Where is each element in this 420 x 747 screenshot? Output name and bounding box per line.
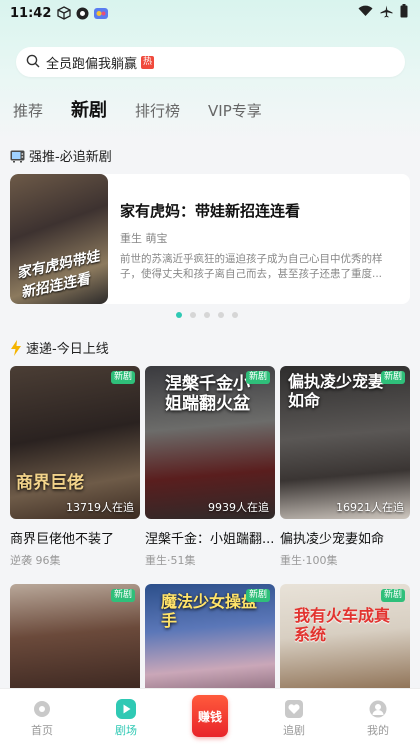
drama-poster: 魔法少女操盘手 新剧 <box>145 584 275 694</box>
drama-poster: 商界巨佬 新剧 13719人在追 <box>10 366 140 519</box>
drama-poster: 偏执凌少宠妻如命 新剧 16921人在追 <box>280 366 410 519</box>
featured-section-label: 强推-必追新剧 <box>29 150 112 165</box>
search-bar[interactable]: 全员跑偏我躺赢 热 <box>16 47 405 77</box>
drama-card[interactable]: 魔法少女操盘手 新剧 <box>145 584 275 694</box>
nav-profile[interactable]: 我的 <box>343 699 413 738</box>
hot-badge: 热 <box>141 55 155 69</box>
tab-recommend[interactable]: 推荐 <box>13 100 43 122</box>
nav-earn[interactable]: 赚钱 <box>175 695 245 737</box>
featured-poster-title: 家有虎妈带娃新招连连看 <box>15 248 101 302</box>
user-icon <box>368 699 388 719</box>
drama-meta: 重生·51集 <box>145 554 196 567</box>
carousel-dot-3[interactable] <box>204 312 210 318</box>
watcher-count: 9939人在追 <box>208 501 269 514</box>
app-notification-icon <box>76 7 89 20</box>
tab-ranking[interactable]: 排行榜 <box>135 100 180 122</box>
drama-title: 商界巨佬他不装了 <box>10 532 115 547</box>
search-query-text: 全员跑偏我躺赢 <box>46 56 138 72</box>
new-badge: 新剧 <box>245 589 270 602</box>
drama-title: 涅槃千金：小姐踹翻... <box>145 532 275 547</box>
tab-new-drama[interactable]: 新剧 <box>67 100 107 122</box>
cube-icon <box>57 6 72 20</box>
drama-poster: 涅槃千金小姐踹翻火盆 新剧 9939人在追 <box>145 366 275 519</box>
carousel-indicator <box>176 312 238 318</box>
drama-poster-title: 我有火车成真系统 <box>294 606 391 644</box>
nav-follow-label: 追剧 <box>283 724 305 737</box>
search-icon <box>26 53 40 72</box>
nav-home-label: 首页 <box>31 724 53 737</box>
nav-theater[interactable]: 剧场 <box>91 699 161 738</box>
wifi-icon <box>358 5 373 21</box>
heart-icon <box>284 699 304 719</box>
drama-card[interactable]: 商界巨佬 新剧 13719人在追 商界巨佬他不装了 逆袭 96集 <box>10 366 140 568</box>
new-badge: 新剧 <box>110 589 135 602</box>
featured-section-title: 强推-必追新剧 <box>10 146 112 165</box>
bottom-navigation: 首页 剧场 赚钱 追剧 我的 <box>0 688 420 747</box>
lightning-icon <box>10 339 22 356</box>
featured-tags: 重生 萌宝 <box>120 232 168 245</box>
earn-button[interactable]: 赚钱 <box>192 695 228 737</box>
today-section-title: 速递-今日上线 <box>10 338 109 357</box>
drama-poster: 我有火车成真系统 新剧 <box>280 584 410 694</box>
drama-poster-title: 商界巨佬 <box>16 473 84 493</box>
new-badge: 新剧 <box>380 589 405 602</box>
home-icon <box>32 699 52 719</box>
tv-icon <box>10 149 25 163</box>
watcher-count: 16921人在追 <box>336 501 404 514</box>
featured-description: 前世的苏漓近乎疯狂的逼迫孩子成为自己心目中优秀的样子，使得丈夫和孩子离自己而去，… <box>120 253 383 280</box>
drama-card[interactable]: 我有火车成真系统 新剧 <box>280 584 410 694</box>
new-badge: 新剧 <box>380 371 405 384</box>
drama-card[interactable]: 新剧 <box>10 584 140 694</box>
nav-theater-label: 剧场 <box>115 724 137 737</box>
carousel-dot-1[interactable] <box>176 312 182 318</box>
featured-poster: 家有虎妈带娃新招连连看 <box>10 174 108 304</box>
carousel-dot-5[interactable] <box>232 312 238 318</box>
status-right <box>358 4 408 22</box>
new-badge: 新剧 <box>110 371 135 384</box>
drama-title: 偏执凌少宠妻如命 <box>280 532 385 547</box>
status-bar: 11:42 <box>0 0 420 26</box>
drama-card[interactable]: 偏执凌少宠妻如命 新剧 16921人在追 偏执凌少宠妻如命 重生·100集 <box>280 366 410 568</box>
play-icon <box>116 699 136 719</box>
featured-drama-card[interactable]: 家有虎妈带娃新招连连看 家有虎妈：带娃新招连连看 重生 萌宝 前世的苏漓近乎疯狂… <box>10 174 410 304</box>
category-tabs: 推荐 新剧 排行榜 VIP专享 <box>13 96 290 122</box>
drama-meta: 逆袭 96集 <box>10 554 61 567</box>
drama-meta: 重生·100集 <box>280 554 338 567</box>
watcher-count: 13719人在追 <box>66 501 134 514</box>
drama-card[interactable]: 涅槃千金小姐踹翻火盆 新剧 9939人在追 涅槃千金：小姐踹翻... 重生·51… <box>145 366 275 568</box>
airplane-icon <box>380 5 393 22</box>
new-badge: 新剧 <box>245 371 270 384</box>
carousel-dot-2[interactable] <box>190 312 196 318</box>
today-section-label: 速递-今日上线 <box>26 342 109 357</box>
nav-follow[interactable]: 追剧 <box>259 699 329 738</box>
battery-icon <box>400 4 408 22</box>
nav-home[interactable]: 首页 <box>7 699 77 738</box>
drama-poster: 新剧 <box>10 584 140 694</box>
nav-profile-label: 我的 <box>367 724 389 737</box>
app-notification-color-icon <box>94 7 109 20</box>
carousel-dot-4[interactable] <box>218 312 224 318</box>
featured-title: 家有虎妈：带娃新招连连看 <box>120 202 301 220</box>
tab-vip[interactable]: VIP专享 <box>208 100 262 122</box>
status-time: 11:42 <box>10 5 52 21</box>
